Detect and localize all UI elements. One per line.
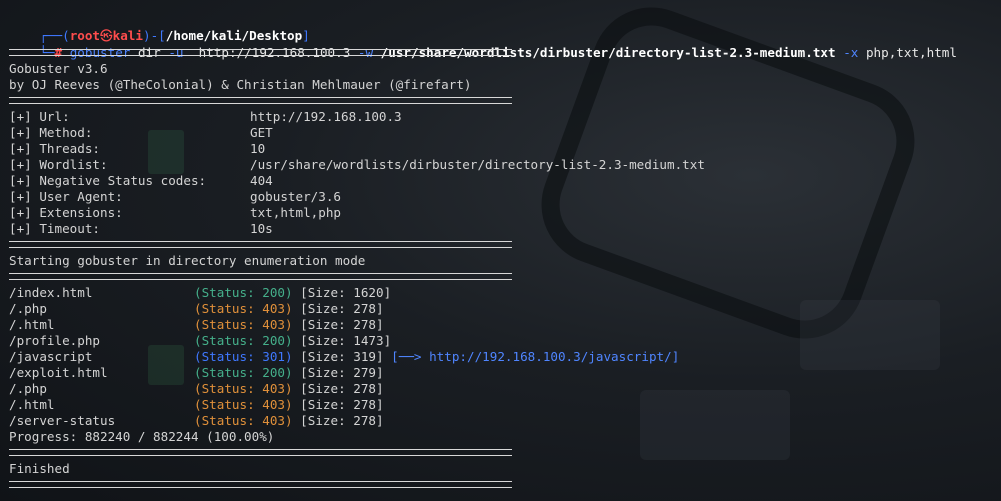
banner-authors: by OJ Reeves (@TheColonial) & Christian … <box>9 77 472 92</box>
prompt-line: ┌──(root㉿kali)-[/home/kali/Desktop] <box>39 28 310 43</box>
result-row: /index.html (Status: 200) [Size: 1620] <box>9 285 392 300</box>
result-row: /.html (Status: 403) [Size: 278] <box>9 397 384 412</box>
separator <box>9 273 512 280</box>
separator <box>9 449 512 456</box>
result-row: /profile.php (Status: 200) [Size: 1473] <box>9 333 392 348</box>
result-row: /.php (Status: 403) [Size: 278] <box>9 381 384 396</box>
result-row: /.html (Status: 403) [Size: 278] <box>9 317 384 332</box>
command-extensions: php,txt,html <box>865 45 957 60</box>
result-row: /javascript (Status: 301) [Size: 319] [──… <box>9 349 680 364</box>
progress-text: Progress: 882240 / 882244 (100.00%) <box>9 429 275 444</box>
separator <box>9 241 512 248</box>
config-row: [+] Threads: 10 <box>9 141 266 156</box>
finished-text: Finished <box>9 461 70 476</box>
banner-version: Gobuster v3.6 <box>9 61 108 76</box>
redirect-link[interactable]: [──> http://192.168.100.3/javascript/] <box>391 349 679 364</box>
separator <box>9 49 512 56</box>
separator <box>9 481 512 488</box>
config-row: [+] Extensions: txt,html,php <box>9 205 341 220</box>
separator <box>9 97 512 104</box>
config-row: [+] Method: GET <box>9 125 273 140</box>
config-row: [+] Wordlist:/usr/share/wordlists/dirbus… <box>9 157 705 172</box>
config-row: [+] Timeout: 10s <box>9 221 273 236</box>
command-line[interactable]: └─# gobuster dir -u http://192.168.100.3… <box>9 29 957 60</box>
mode-message: Starting gobuster in directory enumerati… <box>9 253 366 268</box>
config-row: [+] Negative Status codes: 404 <box>9 173 273 188</box>
result-row: /.php (Status: 403) [Size: 278] <box>9 301 384 316</box>
config-row: [+] User Agent: gobuster/3.6 <box>9 189 341 204</box>
terminal-window[interactable]: ┌──(root㉿kali)-[/home/kali/Desktop] └─# … <box>0 0 1001 501</box>
result-row: /exploit.html (Status: 200) [Size: 279] <box>9 365 384 380</box>
config-row: [+] Url: http://192.168.100.3 <box>9 109 402 124</box>
result-row: /server-status (Status: 403) [Size: 278] <box>9 413 384 428</box>
